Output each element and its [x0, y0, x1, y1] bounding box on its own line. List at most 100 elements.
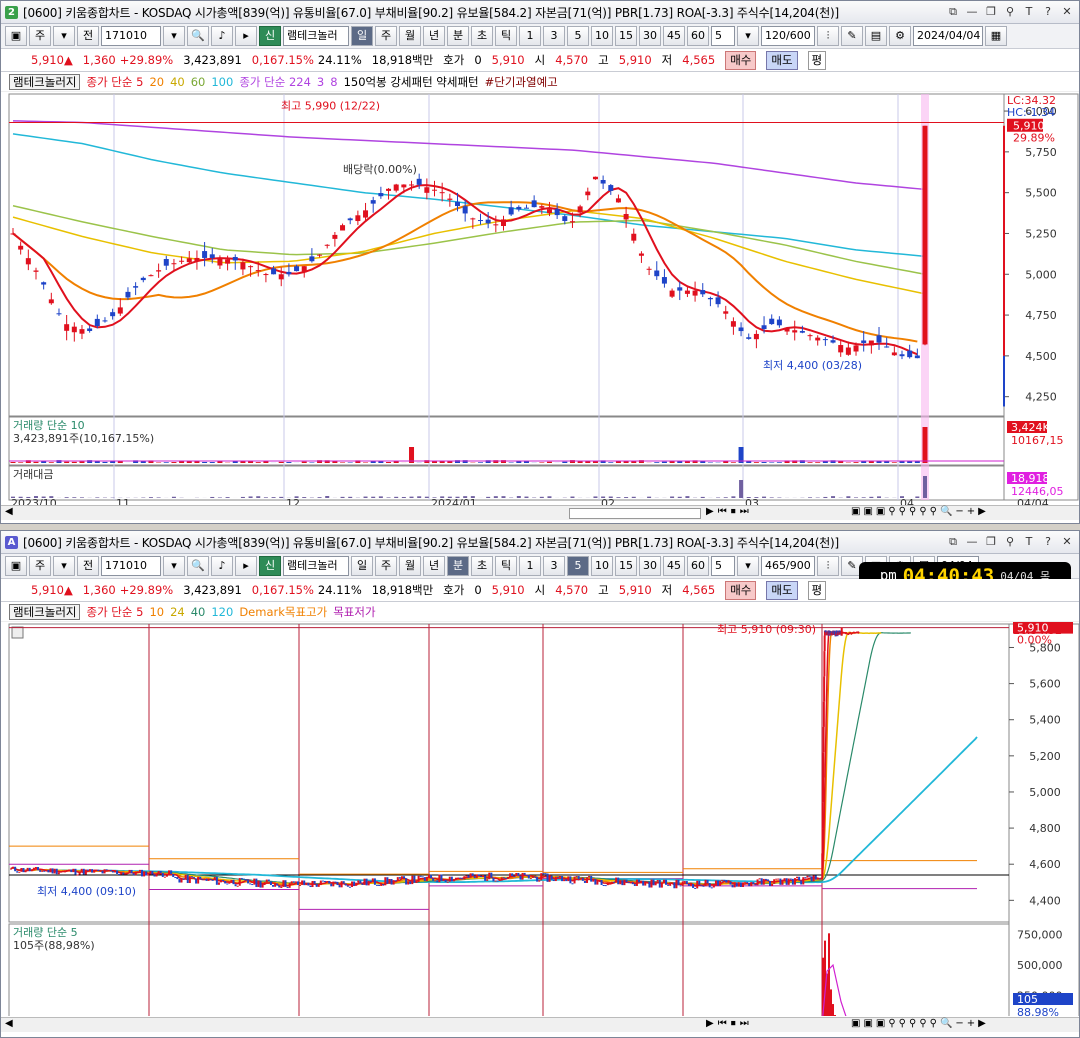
interval-60[interactable]: 60 [687, 556, 709, 576]
link-icon[interactable]: ⧉ [945, 4, 961, 19]
period-month-tab[interactable]: 월 [399, 556, 421, 576]
interval-5[interactable]: 5 [567, 26, 589, 46]
combo-dropdown-icon[interactable]: ▾ [737, 26, 759, 46]
period-year-tab[interactable]: 년 [423, 26, 445, 46]
code-dropdown-icon[interactable]: ▾ [163, 26, 185, 46]
bar-count-field[interactable]: 120/600 [761, 26, 815, 46]
link-icon[interactable]: ⧉ [945, 534, 961, 549]
interval-1[interactable]: 1 [519, 26, 541, 46]
chart-type-icon[interactable]: ⫶ [817, 556, 839, 576]
calendar-icon[interactable]: ▦ [985, 26, 1007, 46]
combo-dropdown-icon[interactable]: ▾ [737, 556, 759, 576]
top-chart-area[interactable]: 6,0005,7505,5005,2505,0004,7504,5004,250… [1, 92, 1079, 508]
arrow-icon[interactable]: ▸ [235, 556, 257, 576]
period-tick-tab[interactable]: 틱 [495, 556, 517, 576]
dropdown-icon[interactable]: ▾ [53, 556, 75, 576]
kind-button[interactable]: 전 [77, 26, 99, 46]
amount-bar [271, 497, 276, 498]
dropdown-icon[interactable]: ▾ [53, 26, 75, 46]
help-icon[interactable]: ? [1040, 4, 1056, 19]
scroll-left-icon[interactable]: ◀ [5, 506, 13, 517]
new-badge[interactable]: 신 [259, 556, 281, 576]
pin-icon[interactable]: ⚲ [1002, 534, 1018, 549]
stock-name-field[interactable]: 램테크놀러 [283, 26, 349, 46]
text-icon[interactable]: T [1021, 534, 1037, 549]
save-icon[interactable]: ▤ [865, 26, 887, 46]
search-icon[interactable]: 🔍 [187, 26, 209, 46]
interval-3[interactable]: 3 [543, 556, 565, 576]
sound-icon[interactable]: ♪ [211, 556, 233, 576]
chart-type-icon[interactable]: ⫶ [817, 26, 839, 46]
zoom-controls[interactable]: ▣▣▣⚲⚲⚲⚲⚲🔍−+▶ [851, 1018, 989, 1029]
minimize-icon[interactable]: — [964, 4, 980, 19]
period-second-tab[interactable]: 초 [471, 26, 493, 46]
sound-icon[interactable]: ♪ [211, 26, 233, 46]
pin-icon[interactable]: ⚲ [1002, 4, 1018, 19]
period-week-tab[interactable]: 주 [375, 26, 397, 46]
bottom-chart-area[interactable]: 5,8005,6005,4005,2005,0004,8004,6004,400… [1, 622, 1079, 1016]
period-tick-tab[interactable]: 틱 [495, 26, 517, 46]
help-icon[interactable]: ? [1040, 534, 1056, 549]
interval-30[interactable]: 30 [639, 26, 661, 46]
top-scrollbar[interactable]: ◀ ▶⏮⏹⏭ ▣▣▣⚲⚲⚲⚲⚲🔍−+▶ [1, 505, 1079, 520]
gear-icon[interactable]: ⚙ [889, 26, 911, 46]
top-titlebar[interactable]: 2 [0600] 키움종합차트 - KOSDAQ 시가총액[839(억)] 유통… [1, 1, 1079, 24]
text-icon[interactable]: T [1021, 4, 1037, 19]
code-dropdown-icon[interactable]: ▾ [163, 556, 185, 576]
stock-code-input[interactable]: 171010 [101, 556, 161, 576]
zoom-controls[interactable]: ▣▣▣⚲⚲⚲⚲⚲🔍−+▶ [851, 506, 989, 517]
period-day-tab[interactable]: 일 [351, 26, 373, 46]
bar-count-field[interactable]: 465/900 [761, 556, 815, 576]
interval-10[interactable]: 10 [591, 556, 613, 576]
buy-button[interactable]: 매수 [725, 580, 757, 600]
interval-5[interactable]: 5 [567, 556, 589, 576]
interval-15[interactable]: 15 [615, 26, 637, 46]
close-icon[interactable]: ✕ [1059, 4, 1075, 19]
playback-controls[interactable]: ▶⏮⏹⏭ [706, 506, 753, 517]
layout-icon[interactable]: ▣ [5, 556, 27, 576]
stock-name-field[interactable]: 램테크놀러 [283, 556, 349, 576]
mode-select[interactable]: 주 [29, 556, 51, 576]
interval-10[interactable]: 10 [591, 26, 613, 46]
interval-combo[interactable]: 5 [711, 556, 735, 576]
interval-45[interactable]: 45 [663, 556, 685, 576]
restore-icon[interactable]: ❐ [983, 534, 999, 549]
minimize-icon[interactable]: — [964, 534, 980, 549]
draw-icon[interactable]: ✎ [841, 26, 863, 46]
interval-30[interactable]: 30 [639, 556, 661, 576]
new-badge[interactable]: 신 [259, 26, 281, 46]
interval-60[interactable]: 60 [687, 26, 709, 46]
period-week-tab[interactable]: 주 [375, 556, 397, 576]
candle-body [815, 337, 821, 341]
period-second-tab[interactable]: 초 [471, 556, 493, 576]
stock-code-input[interactable]: 171010 [101, 26, 161, 46]
date-field[interactable]: 2024/04/04 [913, 26, 983, 46]
interval-3[interactable]: 3 [543, 26, 565, 46]
period-minute-tab[interactable]: 분 [447, 556, 469, 576]
interval-1[interactable]: 1 [519, 556, 541, 576]
period-year-tab[interactable]: 년 [423, 556, 445, 576]
arrow-icon[interactable]: ▸ [235, 26, 257, 46]
restore-icon[interactable]: ❐ [983, 4, 999, 19]
scroll-thumb[interactable] [569, 508, 701, 519]
interval-15[interactable]: 15 [615, 556, 637, 576]
interval-45[interactable]: 45 [663, 26, 685, 46]
scroll-left-icon[interactable]: ◀ [5, 1018, 13, 1029]
period-minute-tab[interactable]: 분 [447, 26, 469, 46]
pyeong-button[interactable]: 평 [807, 50, 827, 70]
buy-button[interactable]: 매수 [725, 50, 757, 70]
period-month-tab[interactable]: 월 [399, 26, 421, 46]
playback-controls[interactable]: ▶⏮⏹⏭ [706, 1018, 753, 1029]
interval-combo[interactable]: 5 [711, 26, 735, 46]
layout-icon[interactable]: ▣ [5, 26, 27, 46]
bottom-scrollbar[interactable]: ◀ ▶⏮⏹⏭ ▣▣▣⚲⚲⚲⚲⚲🔍−+▶ [1, 1017, 1079, 1032]
sell-button[interactable]: 매도 [766, 50, 798, 70]
bottom-titlebar[interactable]: A [0600] 키움종합차트 - KOSDAQ 시가총액[839(억)] 유통… [1, 531, 1079, 554]
close-icon[interactable]: ✕ [1059, 534, 1075, 549]
sell-button[interactable]: 매도 [766, 580, 798, 600]
period-day-tab[interactable]: 일 [351, 556, 373, 576]
search-icon[interactable]: 🔍 [187, 556, 209, 576]
mode-select[interactable]: 주 [29, 26, 51, 46]
pyeong-button[interactable]: 평 [807, 580, 827, 600]
kind-button[interactable]: 전 [77, 556, 99, 576]
